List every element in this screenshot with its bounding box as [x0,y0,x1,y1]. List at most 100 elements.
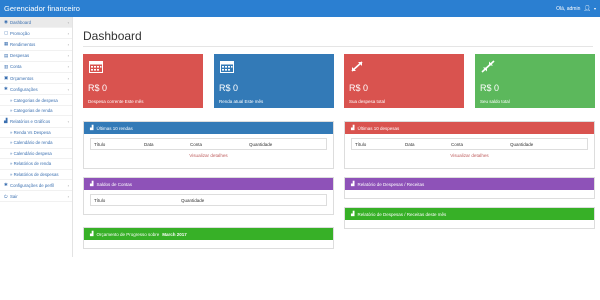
sidebar-item[interactable]: » Categorias de despesa [0,95,72,106]
sidebar-item[interactable]: » Calendário despesa [0,149,72,159]
card-label: Sua despesa total [349,99,386,104]
chevron-icon: › [67,53,69,59]
user-icon[interactable]: 👤︎ [583,5,591,12]
column-header: Quantidade [181,197,205,203]
sidebar: ◉ Dashboard ‹ ▢ Promoção › ▦ Rendimentos › ▤ Despe… [0,17,73,257]
column-header: Conta [451,141,464,147]
chevron-icon: › [67,64,69,70]
title-divider [83,46,593,47]
sidebar-item-label: Sair [10,193,18,199]
panel-title: Últimas 10 despesas [357,125,400,131]
budget-month: March 2017 [162,231,187,237]
chevron-icon: ‹ [67,19,69,25]
column-header: Quantidade [249,141,273,147]
card-label: Despesa corrente Este mês [88,99,144,104]
sidebar-item[interactable]: » Relatórios de despesas [0,170,72,180]
view-details-link[interactable]: Visualizar detalhes [345,153,594,158]
sidebar-item[interactable]: » Relatórios de renda [0,159,72,170]
sidebar-item[interactable]: ▣ Orçamentos › [0,73,72,85]
calendar-icon [220,61,234,73]
card-label: Seu saldo total [480,99,510,104]
app-title[interactable]: Gerenciador financeiro [4,4,80,13]
panel-title: Últimas 10 rendas [96,125,133,131]
sidebar-item-label: Configurações de perfil [10,182,55,188]
panel-title: Relatório de Despesas / Receitas [357,181,425,187]
panel-last-expenses: ▟ Últimas 10 despesas Título Data Conta … [344,121,595,169]
panel-budget-progress: ▟ Orçamento de Progresso sobre March 201… [83,227,334,249]
sidebar-item[interactable]: ✱ Configurações ‹ [0,84,72,96]
sidebar-item-label: » Categorias de renda [10,108,53,114]
panel-last-incomes: ▟ Últimas 10 rendas Título Data Conta Qu… [83,121,334,169]
sidebar-item[interactable]: » Calendário de renda [0,138,72,149]
sidebar-item[interactable]: ⏻ Sair › [0,191,72,203]
panel-title: Saldos de Contas [96,181,132,187]
chart-icon: ▟ [90,181,94,186]
card-amount: R$ 0 [219,83,239,93]
sidebar-item-label: Rendimentos [10,41,36,47]
compress-arrows-icon [481,60,495,73]
panel-monthly-report: ▟ Relatório de Despesas / Receitas deste… [344,207,595,229]
table-header-row: Título Data Conta Quantidade [90,138,327,150]
sidebar-item-label: » Calendário de renda [10,140,53,146]
sidebar-item[interactable]: ▦ Rendimentos › [0,39,72,51]
sidebar-item[interactable]: ◉ Dashboard ‹ [0,17,72,29]
top-navbar: Gerenciador financeiro Olá, admin 👤︎ ▾ [0,0,600,17]
panel-header: ▟ Últimas 10 rendas [84,122,333,134]
panel-expense-income-report: ▟ Relatório de Despesas / Receitas [344,177,595,199]
chart-icon: ▟ [351,211,355,216]
column-header: Conta [190,141,203,147]
sidebar-item[interactable]: ✱ Configurações de perfil › [0,180,72,192]
chevron-icon: › [67,75,69,81]
table-header-row: Título Data Conta Quantidade [351,138,588,150]
chart-icon: ▟ [351,125,355,130]
sidebar-item-label: Orçamentos [10,75,34,81]
sidebar-item-label: Configurações [10,86,38,92]
table-header-row: Título Quantidade [90,194,327,206]
view-details-link[interactable]: Visualizar detalhes [84,153,333,158]
sidebar-item-label: » Relatórios de despesas [10,171,59,177]
sidebar-item-label: Despesas [10,53,30,59]
sidebar-item-label: » Relatórios de renda [10,161,52,167]
main-content: Dashboard R$ 0 Despesa corrente Este mês… [74,17,600,300]
column-header: Título [94,141,106,147]
chevron-icon: ‹ [67,118,69,124]
sidebar-item[interactable]: » Renda Vs Despesa [0,128,72,138]
card-amount: R$ 0 [480,83,500,93]
expand-arrows-icon [351,61,363,72]
sidebar-item-label: Dashboard [10,19,32,25]
chart-icon: ▟ [351,181,355,186]
sidebar-item[interactable]: ▢ Promoção › [0,28,72,40]
panel-header: ▟ Relatório de Despesas / Receitas [345,178,594,190]
panel-header: ▟ Últimas 10 despesas [345,122,594,134]
column-header: Data [144,141,154,147]
sidebar-item[interactable]: ▤ Despesas › [0,51,72,62]
chevron-icon: › [67,41,69,47]
panel-header: ▟ Orçamento de Progresso sobre March 201… [84,228,333,240]
card-total-expense: R$ 0 Sua despesa total [344,54,464,108]
card-label: Renda atual Este mês [219,99,264,104]
column-header: Data [405,141,415,147]
panel-header: ▟ Saldos de Contas [84,178,333,190]
panel-title: Relatório de Despesas / Receitas deste m… [357,211,447,217]
sidebar-item-label: Relatórios e Gráficos [10,118,51,124]
sidebar-item[interactable]: » Categorias de renda [0,106,72,117]
user-greeting[interactable]: Olá, admin [556,6,580,12]
card-current-income: R$ 0 Renda atual Este mês [214,54,334,108]
panel-header: ▟ Relatório de Despesas / Receitas deste… [345,208,594,220]
card-amount: R$ 0 [349,83,369,93]
calendar-icon [89,61,103,73]
card-amount: R$ 0 [88,83,108,93]
sidebar-item[interactable]: ▟ Relatórios e Gráficos ‹ [0,116,72,128]
page-title: Dashboard [83,29,142,43]
panel-account-balances: ▟ Saldos de Contas Título Quantidade [83,177,334,215]
sidebar-item-label: Promoção [10,30,30,36]
chevron-icon: › [67,193,69,199]
user-menu[interactable]: Olá, admin 👤︎ ▾ [556,5,596,13]
chevron-icon: › [67,182,69,188]
sidebar-item-label: » Categorias de despesa [10,97,58,103]
sidebar-item-label: » Calendário despesa [10,150,52,156]
sidebar-item[interactable]: ▥ Conta › [0,62,72,73]
sidebar-item-label: » Renda Vs Despesa [10,129,51,135]
caret-down-icon[interactable]: ▾ [594,6,596,11]
column-header: Quantidade [510,141,534,147]
